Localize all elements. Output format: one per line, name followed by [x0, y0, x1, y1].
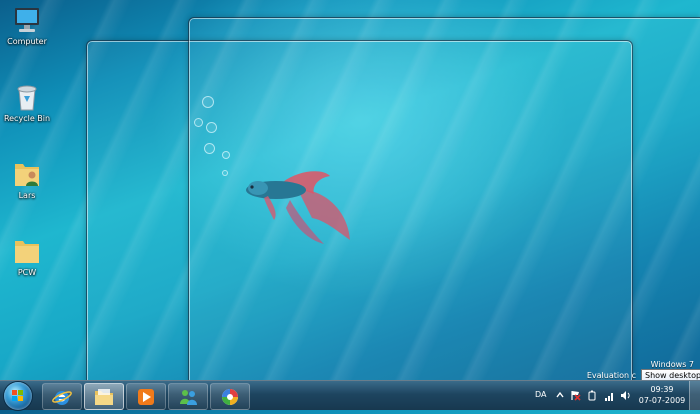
windows-logo-icon	[12, 390, 23, 401]
taskbar-photo-gallery[interactable]	[210, 383, 250, 410]
network-icon[interactable]	[604, 390, 615, 401]
start-button[interactable]	[4, 382, 32, 410]
folder-icon	[95, 388, 113, 405]
clock-date: 07-07-2009	[638, 396, 686, 405]
folder-icon	[15, 241, 39, 263]
taskbar: DA 09:39 07-07-2009	[0, 380, 700, 410]
desktop-icon-label: Recycle Bin	[3, 114, 51, 123]
power-icon[interactable]	[588, 390, 596, 401]
taskbar-media-player[interactable]	[126, 383, 166, 410]
user-folder-icon	[15, 164, 39, 186]
taskbar-internet-explorer[interactable]	[42, 383, 82, 410]
clock-time: 09:39	[650, 385, 674, 394]
desktop-icon-label: PCW	[17, 268, 37, 277]
recycle-bin-icon	[17, 85, 37, 111]
desktop-icon-label: Computer	[7, 37, 47, 46]
desktop-icon-label: Lars	[18, 191, 36, 200]
computer-icon	[15, 8, 39, 32]
chevron-up-icon[interactable]	[556, 390, 564, 400]
front-window-frame[interactable]	[188, 17, 700, 387]
volume-icon[interactable]	[620, 390, 631, 401]
desktop-icon-pcw[interactable]: PCW	[0, 235, 59, 277]
taskbar-messenger[interactable]	[168, 383, 208, 410]
taskbar-windows-explorer[interactable]	[84, 383, 124, 410]
desktop-icon-recycle-bin[interactable]: Recycle Bin	[0, 83, 59, 123]
media-player-icon	[138, 388, 154, 405]
desktop-icon-computer[interactable]: Computer	[0, 6, 59, 46]
action-center-flag-icon[interactable]	[570, 390, 581, 401]
language-indicator[interactable]: DA	[535, 390, 547, 399]
system-clock[interactable]: 09:39 07-07-2009	[638, 384, 686, 406]
photo-gallery-icon	[222, 388, 238, 405]
desktop-icon-lars[interactable]: Lars	[0, 158, 59, 200]
show-desktop-button[interactable]	[689, 381, 700, 410]
internet-explorer-icon	[52, 390, 72, 405]
messenger-icon	[180, 389, 197, 405]
